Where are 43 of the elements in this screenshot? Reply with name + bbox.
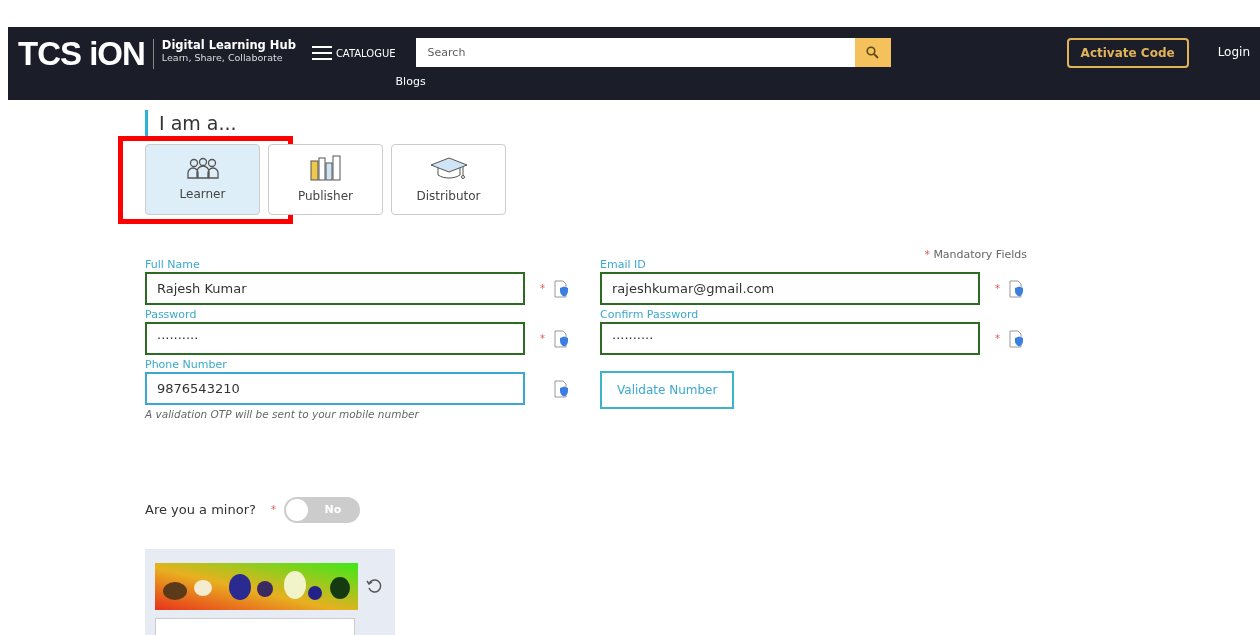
books-icon [308,154,343,181]
input-field[interactable]: 9876543210 [145,372,525,405]
shield-icon [553,329,569,348]
role-option[interactable]: Learner [145,144,260,215]
people-icon [185,156,220,179]
graduation-cap-icon [428,154,469,181]
required-mark: * [924,248,930,261]
role-option[interactable]: Publisher [268,144,383,215]
logo[interactable]: TCS iON [8,27,145,70]
shield-icon [553,379,569,398]
menu-icon [311,46,332,60]
input-field[interactable]: ·········· [600,322,980,355]
required-mark: * [994,332,1000,346]
input-field[interactable]: rajeshkumar@gmail.com [600,272,980,305]
minor-label: Are you a minor? [145,501,256,519]
required-mark: * [994,282,1000,296]
search-field[interactable]: Search [415,38,855,67]
login-link[interactable]: Login [1217,43,1250,61]
role-option[interactable]: Distributor [391,144,506,215]
blogs-link[interactable]: Blogs [395,74,426,91]
field-label: Phone Number [145,358,228,372]
activate-code-button[interactable]: Activate Code [1066,38,1189,68]
input-field[interactable]: ·········· [145,322,525,355]
field-label: Email ID [600,258,647,272]
required-mark: * [539,332,545,346]
shield-icon [553,279,569,298]
search-icon [866,46,880,59]
shield-icon [1008,329,1024,348]
search-button[interactable] [854,38,891,67]
field-label: Password [145,308,198,322]
refresh-icon[interactable] [366,578,382,595]
hub-tagline: Learn, Share, Collaborate [161,52,284,64]
field-label: Full Name [145,258,201,272]
input-field[interactable]: Rajesh Kumar [145,272,525,305]
hub-title: Digital Learning Hub [161,39,296,53]
mandatory-note: Mandatory Fields [933,248,1027,261]
required-mark: * [539,282,545,296]
required-mark: * [269,503,276,518]
section-title: I am a... [145,110,1075,136]
shield-icon [1008,279,1024,298]
hint-text: A validation OTP will be sent to your mobile number [145,407,421,422]
field-label: Confirm Password [600,308,700,322]
catalogue-menu[interactable]: CATALOGUE [311,40,396,66]
